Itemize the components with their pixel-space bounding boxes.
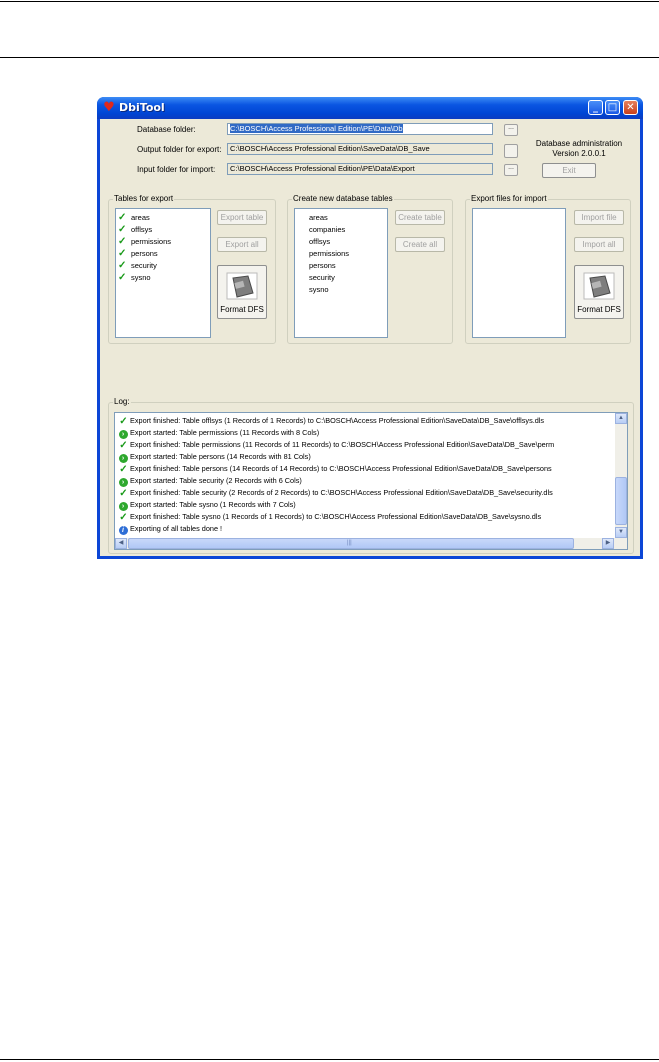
create-all-button[interactable]: Create all	[395, 237, 445, 252]
scroll-up-button[interactable]: ▲	[615, 413, 627, 424]
log-horizontal-scrollbar[interactable]: ◀ ||| ▶	[115, 538, 627, 549]
start-arrow-icon: ›	[117, 452, 129, 464]
create-group: Create new database tables areas compani…	[287, 194, 453, 344]
database-folder-browse-button[interactable]: ...	[504, 124, 518, 136]
create-group-title: Create new database tables	[292, 194, 394, 204]
dbitool-window: ♥ DbiTool _ □ ✕ Database folder: C:\BOSC…	[97, 97, 643, 559]
list-item[interactable]: permissions	[309, 248, 349, 260]
log-entry: › Export started: Table permissions (11 R…	[117, 427, 319, 440]
check-icon: ✓	[119, 416, 128, 428]
log-entry: › Export started: Table security (2 Recor…	[117, 475, 302, 488]
input-folder-browse-button[interactable]: ...	[504, 164, 518, 176]
log-entry: › Export started: Table sysno (1 Records …	[117, 499, 296, 512]
database-folder-label: Database folder:	[137, 125, 196, 134]
title-bar[interactable]: ♥ DbiTool _ □ ✕	[97, 97, 643, 119]
info-icon: i	[117, 524, 129, 536]
export-group: Tables for export ✓ areas ✓ offlsys ✓ permi…	[108, 194, 276, 344]
check-icon: ✓	[118, 212, 127, 223]
log-entry: ✓ Export finished: Table permissions (11 …	[117, 439, 554, 451]
export-group-title: Tables for export	[113, 194, 175, 204]
vertical-scroll-thumb[interactable]	[615, 477, 627, 525]
list-item[interactable]: ✓ security	[118, 260, 157, 272]
start-arrow-icon: ›	[117, 500, 129, 512]
window-title: DbiTool	[119, 101, 165, 114]
maximize-button[interactable]: □	[605, 100, 620, 115]
start-arrow-icon: ›	[117, 428, 129, 440]
output-folder-browse-button[interactable]	[504, 144, 518, 158]
log-entry: ✓ Export finished: Table security (2 Reco…	[117, 487, 552, 500]
import-all-button[interactable]: Import all	[574, 237, 624, 252]
page-top-rule	[0, 1, 659, 2]
diskette-icon	[226, 272, 258, 300]
list-item[interactable]: sysno	[309, 284, 329, 296]
check-icon: ✓	[119, 440, 128, 452]
list-item[interactable]: security	[309, 272, 335, 284]
log-list[interactable]: ✓ Export finished: Table offlsys (1 Recor…	[114, 412, 628, 550]
close-button[interactable]: ✕	[623, 100, 638, 115]
import-file-button[interactable]: Import file	[574, 210, 624, 225]
check-icon: ✓	[119, 512, 128, 524]
page-header-rule	[0, 57, 659, 58]
format-dfs-label: Format DFS	[577, 305, 621, 314]
log-entry: ✓ Export finished: Table offlsys (1 Recor…	[117, 415, 544, 427]
app-description: Database administration	[535, 139, 623, 148]
diskette-icon	[583, 272, 615, 300]
scroll-right-button[interactable]: ▶	[602, 538, 614, 549]
create-table-list[interactable]: areas companies offlsys permissions pers…	[294, 208, 388, 338]
log-entry: i Exporting of all tables done !	[117, 523, 222, 536]
list-item[interactable]: ✓ permissions	[118, 236, 171, 248]
log-vertical-scrollbar[interactable]: ▲ ▼	[615, 413, 627, 538]
import-file-list[interactable]	[472, 208, 566, 338]
output-folder-field[interactable]: C:\BOSCH\Access Professional Edition\Sav…	[227, 143, 493, 155]
check-icon: ✓	[119, 464, 128, 476]
import-group: Export files for import Import file Impo…	[465, 194, 631, 344]
check-icon: ✓	[118, 260, 127, 271]
output-folder-label: Output folder for export:	[137, 145, 222, 154]
format-dfs-export-button[interactable]: Format DFS	[217, 265, 267, 319]
list-item[interactable]: ✓ persons	[118, 248, 158, 260]
scroll-grip: |||	[347, 540, 352, 546]
log-entry: ✓ Export finished: Table sysno (1 Records…	[117, 511, 541, 523]
check-icon: ✓	[118, 248, 127, 259]
check-icon: ✓	[118, 224, 127, 235]
check-icon: ✓	[119, 488, 128, 500]
list-item[interactable]: offlsys	[309, 236, 330, 248]
scroll-down-button[interactable]: ▼	[615, 527, 627, 538]
heart-icon: ♥	[103, 100, 115, 115]
input-folder-label: Input folder for import:	[137, 165, 216, 174]
log-title: Log:	[113, 397, 131, 407]
list-item[interactable]: ✓ offlsys	[118, 224, 152, 236]
check-icon: ✓	[118, 236, 127, 247]
create-table-button[interactable]: Create table	[395, 210, 445, 225]
database-folder-value: C:\BOSCH\Access Professional Edition\PE\…	[230, 124, 403, 133]
database-folder-field[interactable]: C:\BOSCH\Access Professional Edition\PE\…	[227, 123, 493, 135]
minimize-button[interactable]: _	[588, 100, 603, 115]
version-info: Database administration Version 2.0.0.1	[520, 139, 638, 159]
list-item[interactable]: ✓ areas	[118, 212, 150, 224]
export-table-list[interactable]: ✓ areas ✓ offlsys ✓ permissions ✓ persons ✓ s…	[115, 208, 211, 338]
list-item[interactable]: ✓ sysno	[118, 272, 151, 284]
start-arrow-icon: ›	[117, 476, 129, 488]
exit-button[interactable]: Exit	[542, 163, 596, 178]
page-footer-rule	[0, 1059, 659, 1060]
log-entry: › Export started: Table persons (14 Recor…	[117, 451, 311, 464]
version-label: Version 2.0.0.1	[552, 149, 606, 158]
horizontal-scroll-thumb[interactable]: |||	[128, 538, 574, 549]
format-dfs-label: Format DFS	[220, 305, 264, 314]
log-entry: ✓ Export finished: Table persons (14 Reco…	[117, 463, 551, 476]
list-item[interactable]: areas	[309, 212, 328, 224]
export-table-button[interactable]: Export table	[217, 210, 267, 225]
input-folder-field[interactable]: C:\BOSCH\Access Professional Edition\PE\…	[227, 163, 493, 175]
export-all-button[interactable]: Export all	[217, 237, 267, 252]
client-area: Database folder: C:\BOSCH\Access Profess…	[100, 119, 640, 556]
import-group-title: Export files for import	[470, 194, 548, 204]
list-item[interactable]: companies	[309, 224, 345, 236]
list-item[interactable]: persons	[309, 260, 336, 272]
format-dfs-import-button[interactable]: Format DFS	[574, 265, 624, 319]
check-icon: ✓	[118, 272, 127, 283]
scroll-left-button[interactable]: ◀	[115, 538, 127, 549]
